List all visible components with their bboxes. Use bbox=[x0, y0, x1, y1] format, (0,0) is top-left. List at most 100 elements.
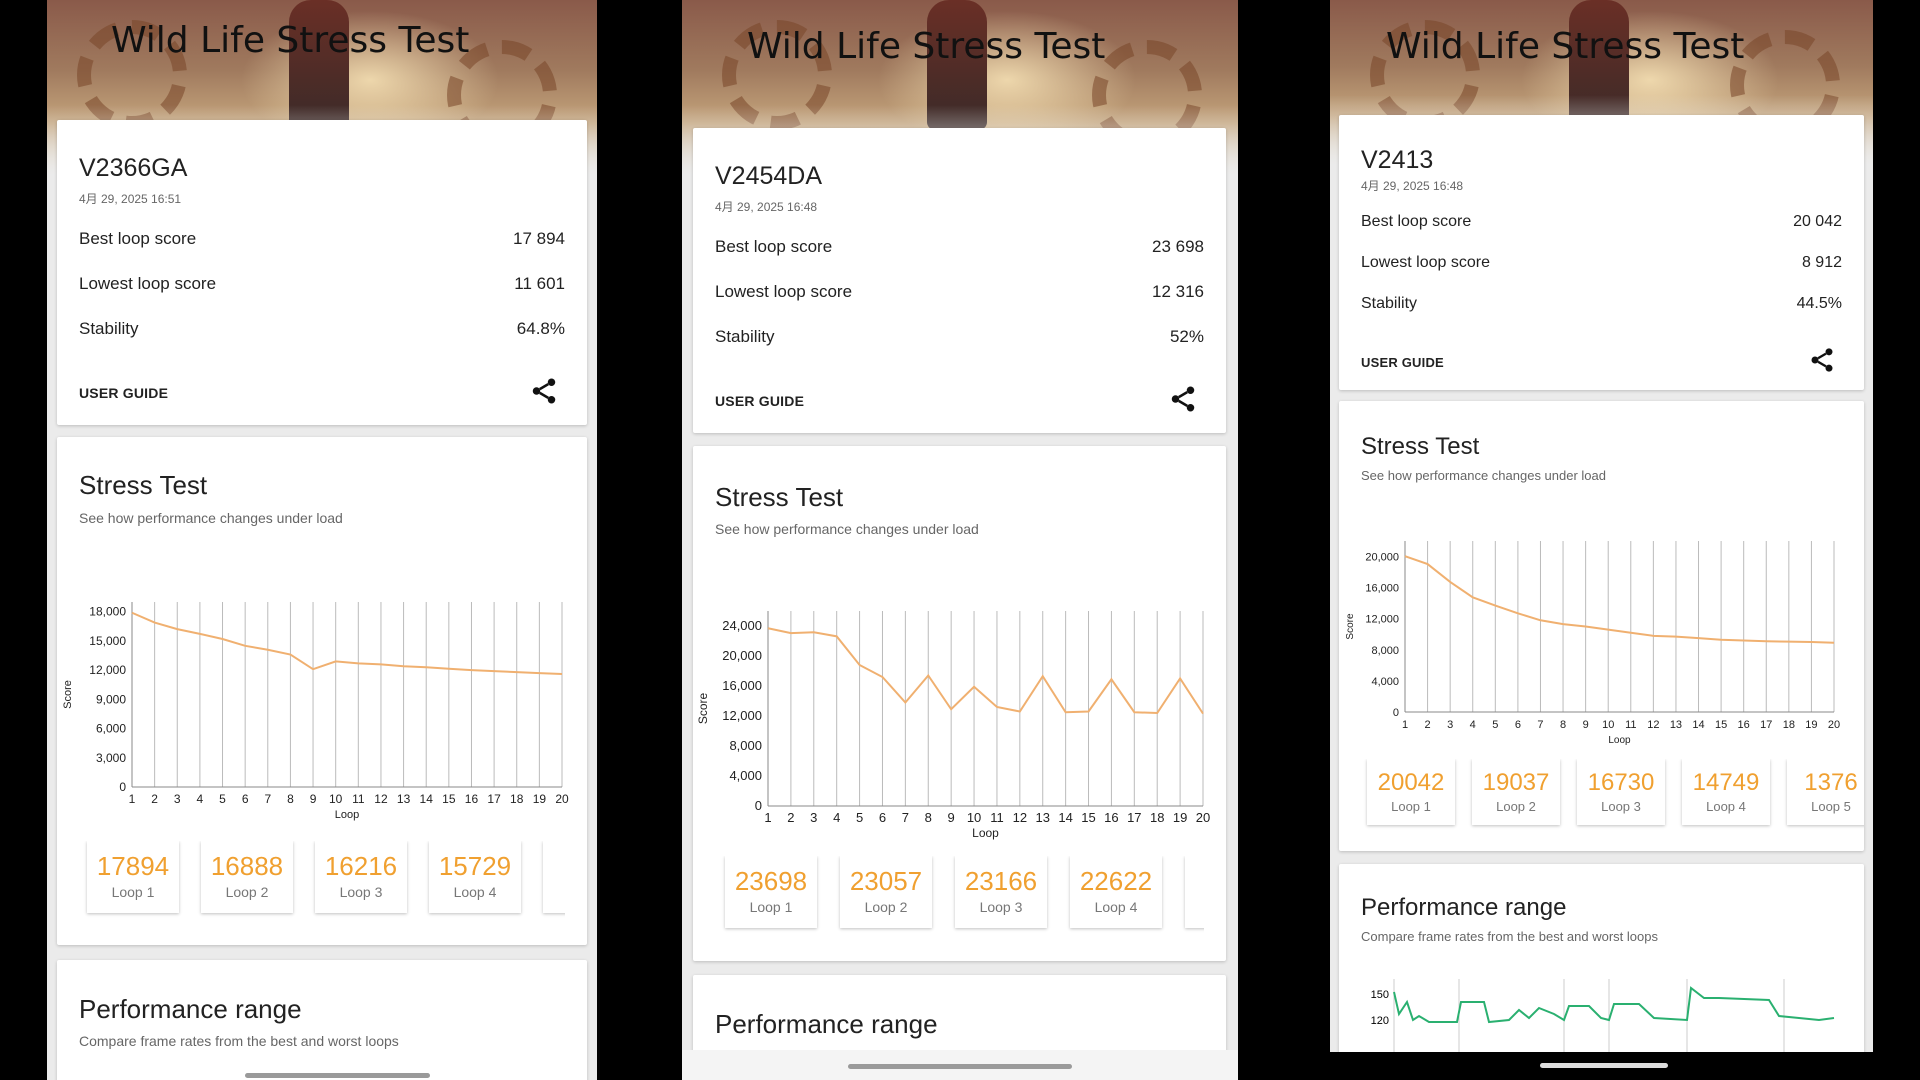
gesture-bar[interactable] bbox=[1540, 1063, 1668, 1068]
y-tick-label: 9,000 bbox=[96, 692, 126, 706]
y-tick-label: 4,000 bbox=[729, 768, 762, 783]
loop-tile[interactable]: 20042 Loop 1 bbox=[1367, 759, 1455, 825]
score-series-line bbox=[1404, 555, 1835, 644]
loop-tile[interactable]: 1376 Loop 5 bbox=[1787, 759, 1864, 825]
loop-tile-label: Loop 1 bbox=[1391, 799, 1431, 814]
user-guide-button[interactable]: USER GUIDE bbox=[715, 393, 804, 409]
lowest-loop-value: 8 912 bbox=[1801, 254, 1842, 271]
test-date: 4月 29, 2025 16:48 bbox=[1361, 179, 1464, 193]
test-date: 4月 29, 2025 16:48 bbox=[715, 200, 818, 214]
loop-tile[interactable]: 16730 Loop 3 bbox=[1577, 759, 1665, 825]
loop-tile[interactable]: 23698 Loop 1 bbox=[725, 856, 817, 928]
loop-tile-value: 16888 bbox=[210, 851, 284, 881]
loop-tile-value: 16216 bbox=[324, 851, 398, 881]
screen-device-3: Wild Life Stress Test V2413 4月 29, 2025 … bbox=[1330, 0, 1873, 1052]
x-tick-label: 10 bbox=[1602, 719, 1614, 731]
loop-tile[interactable]: 17894 Loop 1 bbox=[87, 841, 179, 913]
y-tick-label: 12,000 bbox=[1365, 614, 1399, 626]
x-tick-label: 9 bbox=[1583, 719, 1589, 731]
stability-row: Stability 44.5% bbox=[1361, 295, 1842, 313]
loop-tile-value: 16730 bbox=[1587, 769, 1655, 796]
loop-tile[interactable]: 1 bbox=[543, 841, 565, 913]
loop-score-strip[interactable]: 20042 Loop 1 19037 Loop 2 16730 Loop 3 1474… bbox=[1361, 759, 1864, 839]
score-card: V2454DA 4月 29, 2025 16:48 Best loop scor… bbox=[693, 128, 1226, 433]
device-name: V2454DA bbox=[715, 162, 823, 190]
loop-tile[interactable]: 19037 Loop 2 bbox=[1472, 759, 1560, 825]
best-loop-value: 20 042 bbox=[1793, 213, 1842, 230]
y-tick-label: 0 bbox=[755, 798, 762, 813]
stress-test-title: Stress Test bbox=[1361, 433, 1480, 460]
lowest-loop-label: Lowest loop score bbox=[1361, 254, 1490, 271]
x-tick-label: 19 bbox=[1173, 810, 1187, 825]
gesture-bar[interactable] bbox=[848, 1064, 1072, 1069]
user-guide-button[interactable]: USER GUIDE bbox=[79, 385, 168, 401]
y-tick-label: 18,000 bbox=[89, 605, 126, 619]
loop-tile-value: 23057 bbox=[849, 866, 923, 896]
loop-tile-label: Loop 3 bbox=[1601, 799, 1641, 814]
loop-tile-label: Loop 2 bbox=[225, 884, 269, 900]
x-tick-label: 6 bbox=[1515, 719, 1521, 731]
lowest-loop-row: Lowest loop score 8 912 bbox=[1361, 254, 1842, 272]
loop-tile[interactable]: 14749 Loop 4 bbox=[1682, 759, 1770, 825]
y-tick-label: 20,000 bbox=[1365, 552, 1399, 564]
loop-tile[interactable]: 23166 Loop 3 bbox=[955, 856, 1047, 928]
x-tick-label: 17 bbox=[1127, 810, 1141, 825]
loop-tile[interactable]: 1 bbox=[1185, 856, 1204, 928]
y-tick-label: 16,000 bbox=[722, 678, 762, 693]
share-icon[interactable] bbox=[1808, 346, 1836, 374]
user-guide-button[interactable]: USER GUIDE bbox=[1361, 355, 1444, 370]
performance-range-subtitle: Compare frame rates from the best and wo… bbox=[79, 1033, 399, 1049]
y-tick-label: 24,000 bbox=[722, 618, 762, 633]
stress-test-subtitle: See how performance changes under load bbox=[715, 521, 979, 537]
x-tick-label: 17 bbox=[1760, 719, 1772, 731]
loop-tile[interactable]: 22622 Loop 4 bbox=[1070, 856, 1162, 928]
x-tick-label: 18 bbox=[1783, 719, 1795, 731]
stress-test-card: Stress Test See how performance changes … bbox=[57, 437, 587, 945]
hero-title: Wild Life Stress Test bbox=[111, 20, 470, 61]
loop-score-strip[interactable]: 23698 Loop 1 23057 Loop 2 23166 Loop 3 2262… bbox=[715, 856, 1204, 936]
x-tick-label: 12 bbox=[374, 792, 388, 806]
x-tick-label: 8 bbox=[287, 792, 294, 806]
x-tick-label: 13 bbox=[1036, 810, 1050, 825]
stability-value: 52% bbox=[1169, 327, 1204, 346]
loop-tile-label: Loop 3 bbox=[339, 884, 383, 900]
x-tick-label: 7 bbox=[1537, 719, 1543, 731]
share-icon[interactable] bbox=[1168, 384, 1198, 414]
x-tick-label: 5 bbox=[219, 792, 226, 806]
loop-tile[interactable]: 15729 Loop 4 bbox=[429, 841, 521, 913]
score-card: V2366GA 4月 29, 2025 16:51 Best loop scor… bbox=[57, 120, 587, 425]
loop-tile-label: Loop 2 bbox=[1496, 799, 1536, 814]
y-tick-label: 16,000 bbox=[1365, 583, 1399, 595]
lowest-loop-label: Lowest loop score bbox=[715, 282, 853, 301]
loop-tile-value: 1 bbox=[1185, 866, 1204, 897]
best-loop-value: 23 698 bbox=[1152, 237, 1204, 256]
x-tick-label: 15 bbox=[442, 792, 456, 806]
x-tick-label: 13 bbox=[397, 792, 411, 806]
loop-tile[interactable]: 16888 Loop 2 bbox=[201, 841, 293, 913]
x-tick-label: 7 bbox=[902, 810, 909, 825]
gesture-bar[interactable] bbox=[245, 1073, 430, 1078]
loop-tile-label: Loop 1 bbox=[111, 884, 155, 900]
x-tick-label: 5 bbox=[1492, 719, 1498, 731]
loop-tile[interactable]: 16216 Loop 3 bbox=[315, 841, 407, 913]
stability-label: Stability bbox=[1361, 295, 1418, 312]
loop-tile[interactable]: 23057 Loop 2 bbox=[840, 856, 932, 928]
share-icon[interactable] bbox=[529, 376, 559, 406]
stress-test-title: Stress Test bbox=[715, 482, 844, 512]
stress-test-card: Stress Test See how performance changes … bbox=[693, 446, 1226, 961]
y-tick-label: 8,000 bbox=[1371, 645, 1399, 657]
best-loop-label: Best loop score bbox=[1361, 213, 1472, 230]
x-tick-label: 6 bbox=[879, 810, 886, 825]
x-tick-label: 4 bbox=[197, 792, 204, 806]
stress-test-chart: 1 2 3 4 5 6 7 8 9 10 11 12 13 14 15 16 17 18 19 2004,0008,0… bbox=[1345, 541, 1840, 746]
x-tick-label: 17 bbox=[487, 792, 501, 806]
best-loop-label: Best loop score bbox=[79, 229, 197, 248]
x-tick-label: 2 bbox=[1425, 719, 1431, 731]
loop-tile-value: 14749 bbox=[1692, 769, 1760, 796]
loop-tile-value: 17894 bbox=[96, 851, 170, 881]
performance-range-subtitle: Compare frame rates from the best and wo… bbox=[1361, 929, 1658, 944]
loop-score-strip[interactable]: 17894 Loop 1 16888 Loop 2 16216 Loop 3 1572… bbox=[79, 841, 565, 921]
x-tick-label: 2 bbox=[151, 792, 158, 806]
performance-range-card: Performance range Compare frame rates fr… bbox=[57, 960, 587, 1080]
stress-test-subtitle: See how performance changes under load bbox=[1361, 468, 1606, 483]
